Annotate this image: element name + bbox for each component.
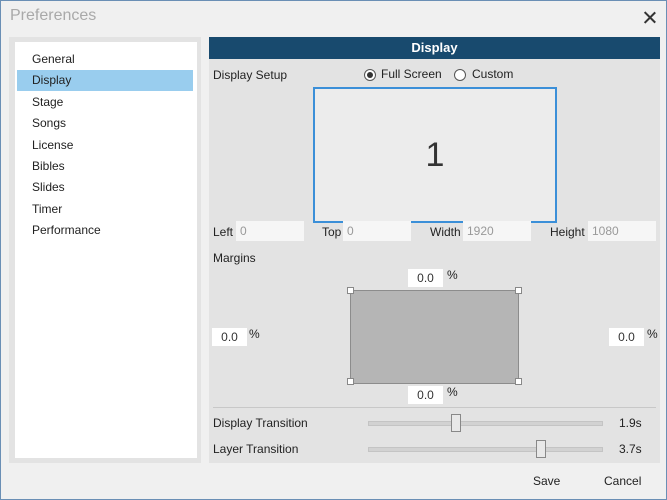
margin-handle-top-right[interactable] <box>515 287 522 294</box>
width-field[interactable]: 1920 <box>463 221 531 241</box>
panel-title: Display <box>209 37 660 59</box>
window-title: Preferences <box>10 7 97 24</box>
margin-bottom-unit: % <box>447 385 458 399</box>
sidebar-item-license[interactable]: License <box>17 135 193 156</box>
top-label: Top <box>322 225 342 239</box>
margin-right-input[interactable]: 0.0 <box>609 328 644 346</box>
margin-preview[interactable] <box>350 290 519 384</box>
margin-top-input[interactable]: 0.0 <box>408 269 443 287</box>
full-screen-radio[interactable] <box>364 69 376 81</box>
margin-bottom-input[interactable]: 0.0 <box>408 386 443 404</box>
display-transition-slider[interactable] <box>451 414 461 432</box>
margin-handle-top-left[interactable] <box>347 287 354 294</box>
display-transition-label: Display Transition <box>213 416 308 430</box>
top-field[interactable]: 0 <box>343 221 411 241</box>
display-transition-track[interactable] <box>368 421 603 426</box>
sidebar-item-stage[interactable]: Stage <box>17 92 193 113</box>
left-label: Left <box>213 225 234 239</box>
monitor-preview[interactable]: 1 <box>313 87 557 223</box>
sidebar-list: General Display Stage Songs License Bibl… <box>15 42 197 458</box>
left-field[interactable]: 0 <box>236 221 304 241</box>
margin-handle-bottom-left[interactable] <box>347 378 354 385</box>
layer-transition-track[interactable] <box>368 447 603 452</box>
margin-top-unit: % <box>447 268 458 282</box>
sidebar-item-slides[interactable]: Slides <box>17 177 193 198</box>
sidebar-item-performance[interactable]: Performance <box>17 220 193 241</box>
full-screen-label[interactable]: Full Screen <box>381 67 442 81</box>
custom-label[interactable]: Custom <box>472 67 513 81</box>
display-setup-label: Display Setup <box>213 68 288 82</box>
layer-transition-slider[interactable] <box>536 440 546 458</box>
margin-right-unit: % <box>647 327 658 341</box>
height-field[interactable]: 1080 <box>588 221 656 241</box>
preferences-window: Preferences General Display Stage Songs … <box>0 0 667 500</box>
monitor-number: 1 <box>425 135 445 174</box>
display-transition-value: 1.9s <box>619 416 642 430</box>
display-panel: Display Display Setup Full Screen Custom… <box>209 37 660 463</box>
margin-handle-bottom-right[interactable] <box>515 378 522 385</box>
custom-radio[interactable] <box>454 69 466 81</box>
sidebar-item-general[interactable]: General <box>17 49 193 70</box>
sidebar-item-timer[interactable]: Timer <box>17 199 193 220</box>
sidebar-item-songs[interactable]: Songs <box>17 113 193 134</box>
margin-left-unit: % <box>249 327 260 341</box>
sidebar-item-bibles[interactable]: Bibles <box>17 156 193 177</box>
close-icon[interactable] <box>641 9 659 27</box>
cancel-button[interactable]: Cancel <box>604 471 641 491</box>
divider <box>213 407 656 408</box>
sidebar: General Display Stage Songs License Bibl… <box>9 37 201 463</box>
layer-transition-label: Layer Transition <box>213 442 299 456</box>
width-label: Width <box>430 225 461 239</box>
sidebar-item-display[interactable]: Display <box>17 70 193 91</box>
height-label: Height <box>550 225 585 239</box>
layer-transition-value: 3.7s <box>619 442 642 456</box>
save-button[interactable]: Save <box>533 471 560 491</box>
margin-left-input[interactable]: 0.0 <box>212 328 247 346</box>
margins-label: Margins <box>213 251 256 265</box>
